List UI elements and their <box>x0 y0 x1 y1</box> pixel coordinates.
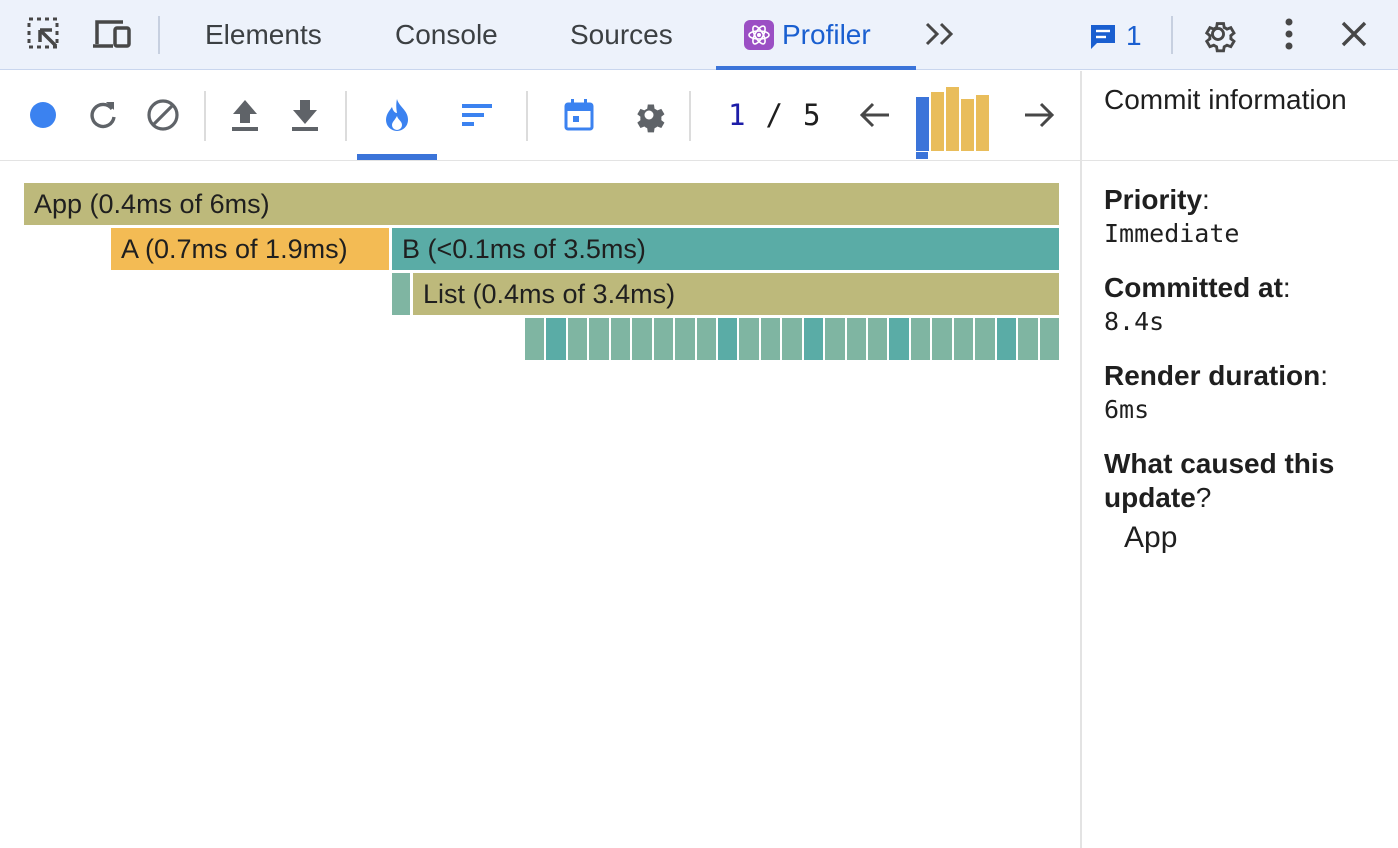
profiler-settings-gear-icon[interactable] <box>629 95 669 135</box>
flame-node-label: App (0.4ms of 6ms) <box>34 188 270 219</box>
priority-label: Priority: <box>1104 184 1210 215</box>
commit-selector-chart[interactable] <box>914 81 994 159</box>
flamegraph-chart: App (0.4ms of 6ms) A (0.7ms of 1.9ms) B … <box>0 162 1081 848</box>
flame-node-list-item[interactable] <box>739 318 759 360</box>
flame-node-list-item[interactable] <box>910 318 931 360</box>
commit-total: 5 <box>802 98 821 132</box>
flame-node-list-item[interactable] <box>889 318 909 360</box>
flame-node-app[interactable]: App (0.4ms of 6ms) <box>24 183 1059 225</box>
update-cause-label: What caused this update? <box>1104 448 1335 513</box>
reload-and-profile-icon[interactable] <box>83 95 123 135</box>
flame-node-small[interactable] <box>392 273 410 315</box>
commit-bar[interactable] <box>946 87 959 151</box>
issues-counter[interactable]: 1 <box>1088 16 1142 56</box>
clear-profile-icon[interactable] <box>143 95 183 135</box>
flame-node-list-item[interactable] <box>567 318 588 360</box>
toolbar-divider <box>689 91 691 141</box>
more-tabs-icon[interactable] <box>920 14 960 54</box>
message-icon <box>1091 25 1115 49</box>
flame-node-list-item[interactable] <box>953 318 974 360</box>
commit-current: 1 <box>728 98 746 132</box>
tab-profiler-label: Profiler <box>782 19 871 50</box>
commit-counter: 1 / 5 <box>728 98 820 132</box>
committed-at-value: 8.4s <box>1104 307 1165 336</box>
load-profile-icon[interactable] <box>225 95 265 135</box>
flame-node-b[interactable]: B (<0.1ms of 3.5ms) <box>392 228 1059 270</box>
update-cause-component[interactable]: App <box>1124 521 1177 555</box>
flame-node-list-item[interactable] <box>1039 318 1059 360</box>
device-toggle-icon[interactable] <box>93 14 133 54</box>
flame-node-list-item[interactable] <box>589 318 609 360</box>
priority-value: Immediate <box>1104 219 1240 248</box>
flame-node-list-item[interactable] <box>675 318 695 360</box>
flame-node-list-item[interactable] <box>975 318 995 360</box>
commit-separator: / <box>765 98 783 132</box>
settings-gear-icon[interactable] <box>1198 14 1238 54</box>
flame-node-list-item[interactable] <box>996 318 1017 360</box>
toolbar-divider <box>158 16 160 54</box>
tab-sources[interactable]: Sources <box>570 0 673 70</box>
profiler-toolbar: 1 / 5 <box>0 71 1081 161</box>
flame-node-list-item[interactable] <box>932 318 952 360</box>
react-atom-icon <box>744 20 774 50</box>
save-profile-icon[interactable] <box>285 95 325 135</box>
flamegraph-flame-icon[interactable] <box>377 95 417 135</box>
flame-node-list-item[interactable] <box>525 318 545 360</box>
commit-bar[interactable] <box>976 95 989 151</box>
flame-node-list-item[interactable] <box>696 318 716 360</box>
flame-node-list-item[interactable] <box>825 318 845 360</box>
ranked-chart-icon[interactable] <box>457 95 497 135</box>
close-icon[interactable] <box>1334 14 1374 54</box>
toolbar-divider <box>204 91 206 141</box>
active-tab-indicator <box>716 66 916 70</box>
flame-node-list-item[interactable] <box>782 318 802 360</box>
flame-node-list-item[interactable] <box>1018 318 1038 360</box>
flame-node-label: A (0.7ms of 1.9ms) <box>121 233 348 264</box>
toolbar-divider <box>1171 16 1173 54</box>
flame-node-list-item[interactable] <box>632 318 652 360</box>
previous-commit-arrow-icon[interactable] <box>855 95 895 135</box>
flame-node-list-item[interactable] <box>846 318 867 360</box>
render-duration-value: 6ms <box>1104 395 1150 424</box>
commit-bar[interactable] <box>931 92 944 151</box>
flame-node-list-item[interactable] <box>610 318 631 360</box>
tab-elements[interactable]: Elements <box>205 0 322 70</box>
inspect-element-icon[interactable] <box>24 14 64 54</box>
flame-node-label: B (<0.1ms of 3.5ms) <box>402 233 646 264</box>
flame-node-list[interactable]: List (0.4ms of 3.4ms) <box>413 273 1059 315</box>
panel-title: Commit information <box>1082 71 1398 161</box>
active-view-indicator <box>357 154 437 160</box>
flame-node-list-item[interactable] <box>803 318 824 360</box>
next-commit-arrow-icon[interactable] <box>1019 95 1059 135</box>
commit-bar[interactable] <box>916 97 929 151</box>
flame-node-list-item[interactable] <box>546 318 566 360</box>
selected-commit-marker <box>916 152 928 159</box>
issues-count: 1 <box>1126 20 1142 51</box>
timeline-calendar-icon[interactable] <box>559 95 599 135</box>
flame-node-a[interactable]: A (0.7ms of 1.9ms) <box>111 228 389 270</box>
flame-node-list-item[interactable] <box>717 318 738 360</box>
more-options-icon[interactable] <box>1269 14 1309 54</box>
flame-node-list-item[interactable] <box>868 318 888 360</box>
committed-at-label: Committed at: <box>1104 272 1291 303</box>
flame-node-label: List (0.4ms of 3.4ms) <box>423 278 676 309</box>
flame-node-list-item[interactable] <box>760 318 781 360</box>
tab-profiler[interactable]: Profiler <box>744 0 871 70</box>
toolbar-divider <box>526 91 528 141</box>
devtools-tab-bar: Elements Console Sources Profiler 1 <box>0 0 1398 70</box>
tab-console[interactable]: Console <box>395 0 498 70</box>
record-icon[interactable] <box>23 95 63 135</box>
commit-bar[interactable] <box>961 99 974 151</box>
render-duration-label: Render duration: <box>1104 360 1329 391</box>
commit-information-panel: Commit information Priority: Immediate C… <box>1080 71 1398 848</box>
flame-node-list-item[interactable] <box>653 318 674 360</box>
toolbar-divider <box>345 91 347 141</box>
